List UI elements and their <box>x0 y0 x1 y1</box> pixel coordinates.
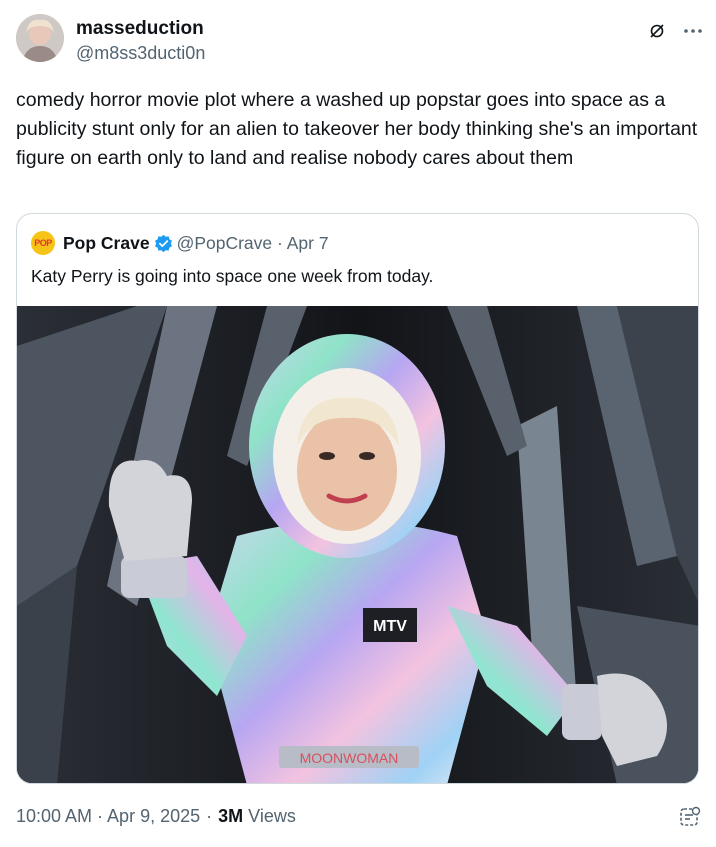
tweet-timestamp[interactable]: 10:00 AM · Apr 9, 2025 <box>16 806 200 827</box>
author-avatar[interactable] <box>16 14 64 62</box>
belt-text: MOONWOMAN <box>300 750 399 766</box>
views-label: Views <box>248 806 296 826</box>
tweet-actions-top <box>646 20 704 42</box>
tweet-header: masseduction @m8ss3ducti0n <box>16 14 704 66</box>
analytics-icon[interactable] <box>678 805 702 829</box>
chest-patch-text: MTV <box>373 618 407 635</box>
verified-badge-icon <box>154 234 172 252</box>
tweet-meta: 10:00 AM · Apr 9, 2025 · 3M Views <box>16 806 296 827</box>
author-display-name[interactable]: masseduction <box>76 18 204 40</box>
quoted-handle-date[interactable]: @PopCrave · Apr 7 <box>177 233 329 254</box>
more-icon[interactable] <box>682 20 704 42</box>
grok-icon[interactable] <box>646 20 668 42</box>
quoted-tweet-image[interactable]: MTV MOONWOMAN <box>17 306 698 783</box>
quoted-tweet-text: Katy Perry is going into space one week … <box>31 266 434 286</box>
quoted-tweet-header: POP Pop Crave @PopCrave · Apr 7 <box>31 230 329 256</box>
pop-crave-avatar[interactable]: POP <box>31 231 55 255</box>
quoted-tweet[interactable]: POP Pop Crave @PopCrave · Apr 7 Katy Per… <box>16 213 699 784</box>
quoted-display-name[interactable]: Pop Crave <box>63 233 150 254</box>
tweet-text: comedy horror movie plot where a washed … <box>16 89 698 169</box>
views-count: 3M <box>218 806 244 826</box>
meta-separator: · <box>206 806 213 826</box>
author-handle[interactable]: @m8ss3ducti0n <box>76 43 205 64</box>
pop-crave-logo-text: POP <box>34 238 52 248</box>
